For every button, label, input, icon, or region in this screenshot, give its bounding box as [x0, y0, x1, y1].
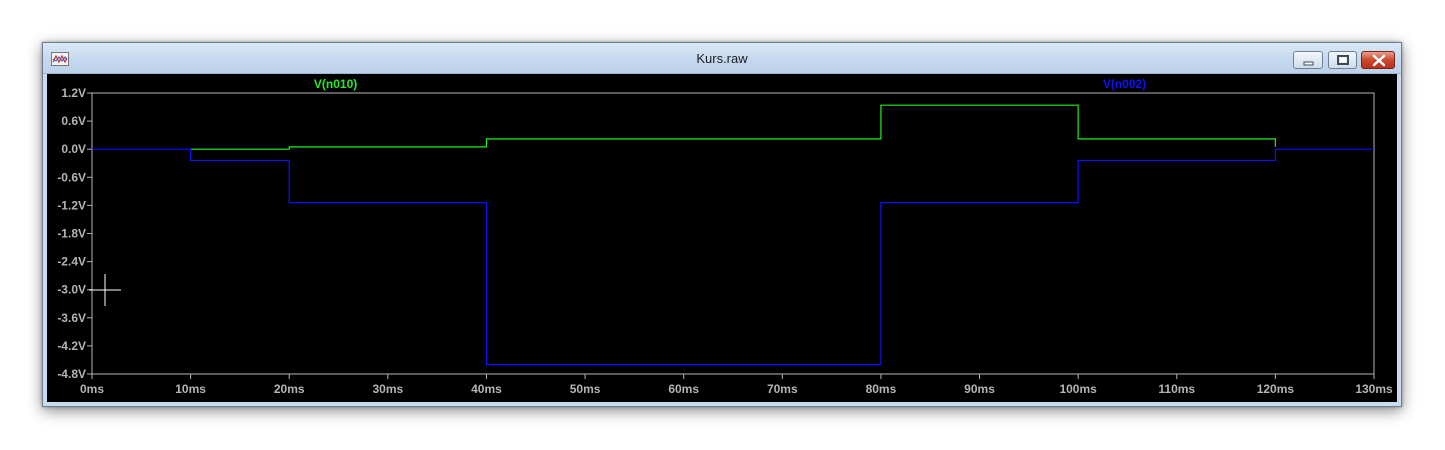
x-tick-label: 60ms — [668, 382, 699, 396]
minimize-button[interactable] — [1293, 51, 1323, 69]
maximize-button[interactable] — [1328, 51, 1357, 69]
trace-line-vn002 — [92, 148, 1374, 366]
y-tick-label: -3.6V — [57, 311, 86, 325]
y-tick-label: -1.8V — [57, 227, 86, 241]
y-tick-label: -1.2V — [57, 198, 86, 212]
title-bar[interactable]: Kurs.raw — [43, 43, 1401, 74]
y-tick-label: -2.4V — [57, 255, 86, 269]
waveform-viewer-window[interactable]: Kurs.raw 1.2V 0.6V 0.0V -0.6V -1.2V -1.8V -2.4… — [42, 42, 1402, 407]
x-tick-label: 130ms — [1355, 382, 1393, 396]
minimize-icon — [1303, 61, 1314, 66]
y-tick-label: -3.0V — [57, 283, 86, 297]
trace-line-vn010 — [190, 104, 1276, 150]
x-tick-label: 40ms — [471, 382, 502, 396]
x-tick-label: 10ms — [175, 382, 206, 396]
plot-pane[interactable]: 1.2V 0.6V 0.0V -0.6V -1.2V -1.8V -2.4V -3.0V -3.… — [47, 74, 1397, 402]
x-tick-label: 20ms — [274, 382, 305, 396]
x-tick-label: 30ms — [372, 382, 403, 396]
x-tick-label: 90ms — [964, 382, 995, 396]
x-tick-label: 120ms — [1257, 382, 1295, 396]
y-tick-label: -4.8V — [57, 367, 86, 381]
trace-label-v-n002: V(n002) — [1103, 77, 1146, 91]
x-tick-label: 50ms — [570, 382, 601, 396]
y-tick-label: 0.6V — [61, 114, 86, 128]
x-tick-label: 110ms — [1158, 382, 1195, 396]
plot-frame — [91, 92, 1375, 375]
waveform-plot[interactable]: 1.2V 0.6V 0.0V -0.6V -1.2V -1.8V -2.4V -3.0V -3.… — [47, 74, 1397, 402]
x-tick-label: 80ms — [866, 382, 897, 396]
x-tick-label: 70ms — [767, 382, 798, 396]
close-icon — [1372, 54, 1386, 67]
x-tick-label: 100ms — [1059, 382, 1097, 396]
x-tick-label: 0ms — [80, 382, 104, 396]
trace-label-v-n010: V(n010) — [314, 77, 357, 91]
maximize-icon — [1337, 55, 1349, 65]
y-tick-label: 0.0V — [61, 142, 86, 156]
close-button[interactable] — [1361, 51, 1395, 69]
y-tick-label: -4.2V — [57, 339, 86, 353]
y-tick-label: 1.2V — [61, 86, 86, 100]
y-tick-label: -0.6V — [57, 170, 86, 184]
window-title: Kurs.raw — [696, 51, 748, 66]
